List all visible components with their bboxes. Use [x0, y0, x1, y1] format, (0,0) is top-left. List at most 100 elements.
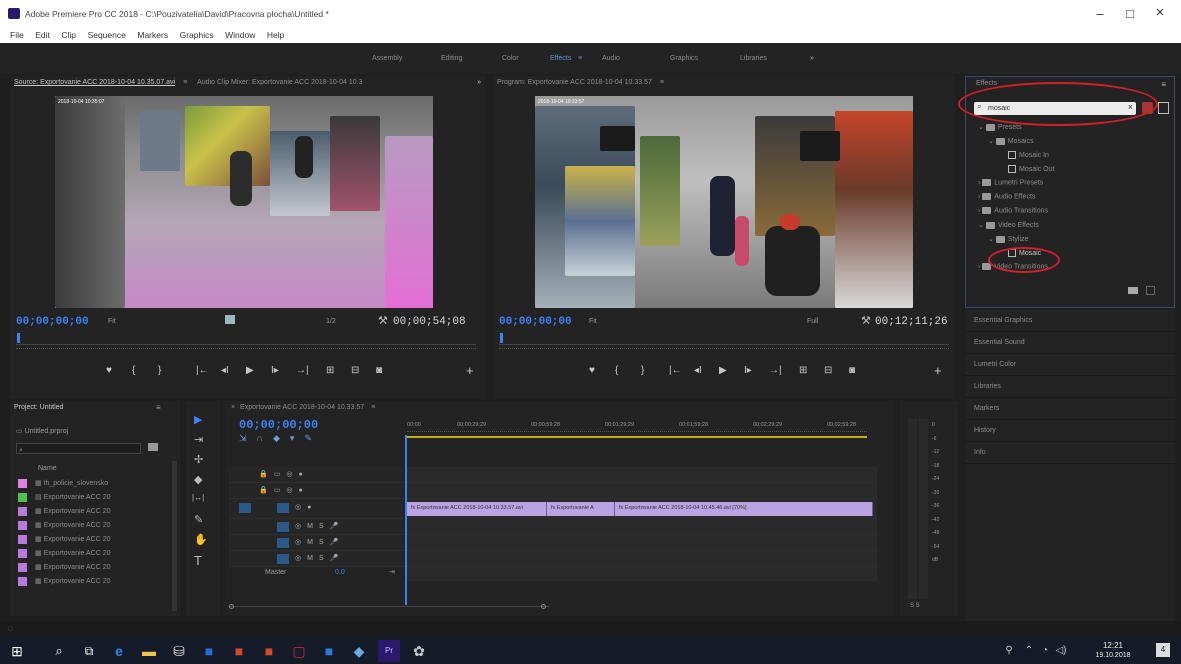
ripple-edit-tool[interactable]: ✢ [194, 453, 203, 466]
lane-a2[interactable] [407, 535, 877, 551]
mail-app-icon[interactable]: ■ [230, 642, 248, 660]
history-panel[interactable]: History [965, 420, 1175, 442]
workspace-color[interactable]: Color [502, 55, 519, 62]
close-tab-icon[interactable]: × [231, 404, 235, 411]
tree-lumetri-presets[interactable]: › Lumetri Presets [978, 179, 1168, 193]
extract-button[interactable]: ⊟ [824, 365, 832, 376]
step-back-button[interactable]: ◂I [694, 365, 702, 376]
play-button[interactable]: ▶ [719, 365, 727, 376]
target-a3[interactable] [277, 554, 289, 564]
timeline-ruler[interactable]: 00;00 00;00;29;29 00;00;59;28 00;01;29;2… [407, 419, 877, 441]
word-icon[interactable]: ■ [200, 642, 218, 660]
project-item[interactable]: ▦ Exportovanie ACC 20 [18, 505, 178, 519]
audio-mixer-tab[interactable]: Audio Clip Mixer: Exportovanie ACC 2018-… [197, 79, 362, 86]
lane-master[interactable] [407, 567, 877, 581]
timeline-clip[interactable]: fx Exportovanie ACC 2018-10-04 10.45.46.… [615, 502, 873, 516]
timeline-options-icons[interactable]: ⇲∩◆▾✎ [239, 433, 369, 445]
maximize-button[interactable]: □ [1120, 6, 1140, 21]
tree-presets[interactable]: ⌄ Presets [978, 123, 1168, 137]
menu-edit[interactable]: Edit [35, 28, 50, 42]
track-toggle-icons[interactable]: 🔒▭◎● [259, 470, 309, 478]
close-button[interactable]: ✕ [1150, 6, 1170, 19]
tree-mosaic-in[interactable]: Mosaic In [978, 151, 1168, 165]
hand-tool[interactable]: ✋ [194, 533, 208, 546]
info-panel[interactable]: Info [965, 442, 1175, 464]
mark-in-button[interactable]: { [132, 365, 135, 376]
menu-markers[interactable]: Markers [137, 28, 168, 42]
go-to-in-button[interactable]: |← [196, 365, 209, 376]
wrench-icon[interactable]: ⚒ [378, 314, 388, 327]
workspace-libraries[interactable]: Libraries [740, 55, 767, 62]
workspace-editing[interactable]: Editing [441, 55, 462, 62]
track-toggle-icons[interactable]: ◎MS🎤 [295, 554, 344, 562]
source-tab[interactable]: Source: Exportovanie ACC 2018-10-04 10.3… [14, 79, 175, 86]
project-search-input[interactable]: ⌕ [16, 443, 141, 454]
type-tool[interactable]: T [194, 553, 202, 568]
selection-tool[interactable]: ▶ [194, 413, 202, 426]
notification-center-icon[interactable]: 4 [1156, 643, 1170, 657]
program-scrubber[interactable] [499, 333, 949, 345]
project-item[interactable]: ▦ th_policie_slovensko [18, 477, 178, 491]
razor-tool[interactable]: ◆ [194, 473, 202, 486]
libraries-panel[interactable]: Libraries [965, 376, 1175, 398]
project-item[interactable]: ▦ Exportovanie ACC 20 [18, 519, 178, 533]
button-editor-button[interactable]: + [934, 363, 942, 378]
panel-menu-icon[interactable]: ≡ [156, 403, 161, 412]
file-explorer-icon[interactable]: ▬ [140, 642, 158, 660]
button-editor-button[interactable]: + [466, 363, 474, 378]
go-to-out-button[interactable]: →| [296, 365, 309, 376]
workspace-effects[interactable]: Effects [550, 55, 571, 62]
essential-sound-panel[interactable]: Essential Sound [965, 332, 1175, 354]
project-item[interactable]: ▦ Exportovanie ACC 20 [18, 547, 178, 561]
powerpoint-icon[interactable]: ■ [260, 642, 278, 660]
volume-icon[interactable]: ◁) [1052, 642, 1070, 660]
meter-solo-buttons[interactable]: S S [910, 603, 920, 609]
workspace-graphics[interactable]: Graphics [670, 55, 698, 62]
tab-menu-icon[interactable]: ≡ [371, 404, 375, 411]
delete-icon[interactable] [1146, 286, 1155, 295]
menu-graphics[interactable]: Graphics [180, 28, 214, 42]
program-zoom-bar[interactable] [499, 348, 949, 355]
target-a1[interactable] [277, 522, 289, 532]
project-name-column[interactable]: Name [38, 465, 57, 472]
step-back-button[interactable]: ◂I [221, 365, 229, 376]
project-item[interactable]: ▦ Exportovanie ACC 20 [18, 533, 178, 547]
clock-date[interactable]: 19.10.2018 [1090, 652, 1136, 659]
people-icon[interactable]: ⚲ [1000, 642, 1018, 660]
app-icon[interactable]: ✿ [410, 642, 428, 660]
source-zoom-bar[interactable] [16, 348, 476, 355]
lane-a1[interactable] [407, 519, 877, 535]
source-scrubber[interactable] [16, 333, 476, 345]
project-item[interactable]: ▦ Exportovanie ACC 20 [18, 561, 178, 575]
tree-stylize[interactable]: ⌄ Stylize [978, 235, 1168, 249]
menu-file[interactable]: File [10, 28, 24, 42]
project-item[interactable]: ▤ Exportovanie ACC 20 [18, 491, 178, 505]
track-select-tool[interactable]: ⇥ [194, 433, 203, 446]
mark-in-button[interactable]: { [615, 365, 618, 376]
workspace-menu-icon[interactable]: ≡ [578, 55, 582, 62]
panel-overflow-icon[interactable]: » [477, 76, 481, 90]
markers-panel[interactable]: Markers [965, 398, 1175, 420]
master-value[interactable]: 0.0 [335, 569, 345, 576]
tree-video-effects[interactable]: ⌄ Video Effects [978, 221, 1168, 235]
lane-a3[interactable] [407, 551, 877, 567]
new-bin-icon[interactable] [148, 443, 158, 451]
program-ratio-select[interactable]: Full [807, 318, 818, 325]
export-frame-button[interactable]: ◙ [849, 365, 855, 376]
add-marker-button[interactable]: ♥ [589, 365, 595, 376]
search-icon[interactable]: ⌕ [50, 642, 68, 660]
project-item[interactable]: ▦ Exportovanie ACC 20 [18, 575, 178, 589]
task-view-icon[interactable]: ⧉ [80, 642, 98, 660]
new-bin-icon[interactable] [1128, 287, 1138, 294]
tree-audio-effects[interactable]: › Audio Effects [978, 193, 1168, 207]
timeline-zoom-bar[interactable] [229, 604, 549, 612]
go-to-end-icon[interactable]: ⇥ [389, 568, 395, 576]
project-scrollbar[interactable] [172, 461, 177, 611]
track-toggle-icons[interactable]: ◎MS🎤 [295, 538, 344, 546]
clock-time[interactable]: 12:21 [1090, 641, 1136, 650]
project-title[interactable]: Project: Untitled [10, 401, 180, 415]
add-marker-button[interactable]: ♥ [106, 365, 112, 376]
lumetri-color-panel[interactable]: Lumetri Color [965, 354, 1175, 376]
program-fit-select[interactable]: Fit [589, 318, 597, 325]
panel-menu-icon[interactable]: ≡ [1161, 80, 1166, 89]
